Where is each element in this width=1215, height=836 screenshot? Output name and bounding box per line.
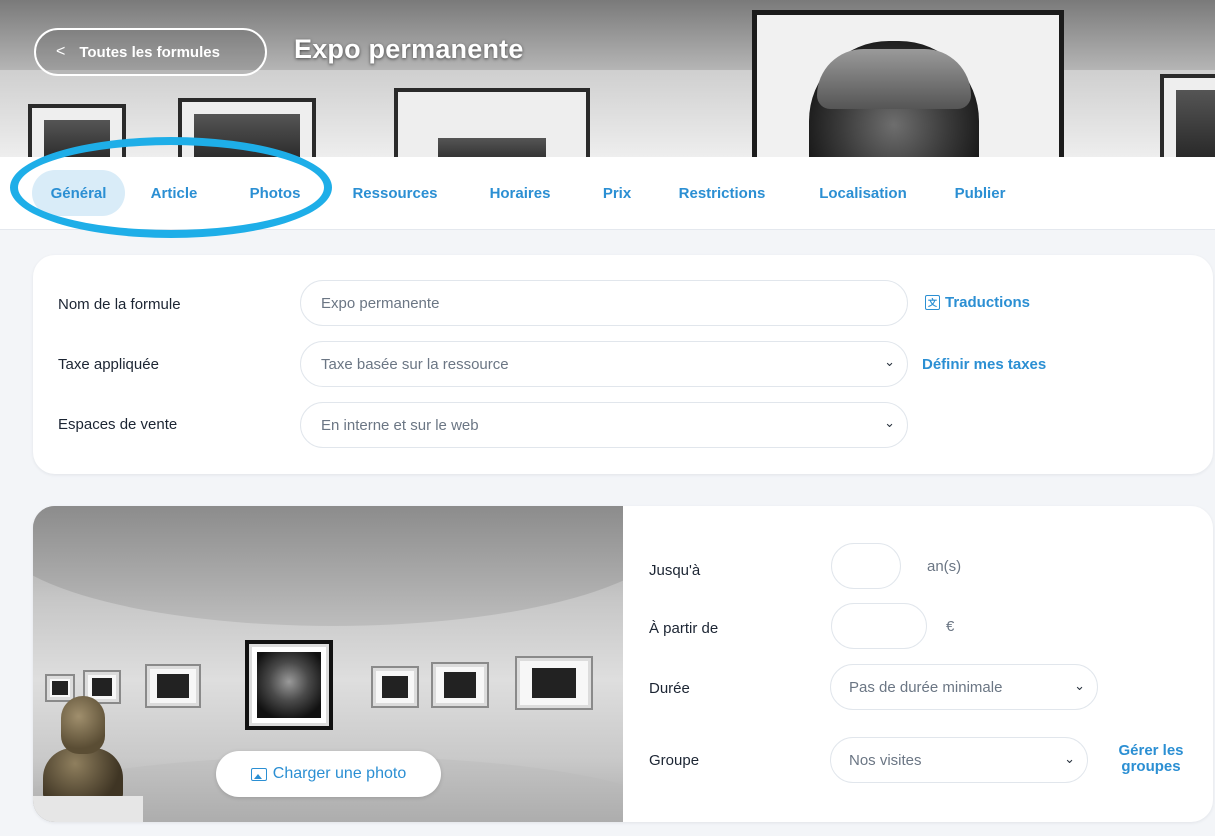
page-title: Expo permanente bbox=[294, 34, 524, 64]
formula-name-label: Nom de la formule bbox=[58, 296, 181, 313]
sales-channels-label: Espaces de vente bbox=[58, 416, 178, 433]
gallery-frame bbox=[431, 662, 489, 708]
back-to-formulas-button[interactable]: < Toutes les formules bbox=[34, 28, 267, 76]
gallery-frame bbox=[145, 664, 201, 708]
tab-publier[interactable]: Publier bbox=[940, 170, 1020, 216]
sales-channels-value: En interne et sur le web bbox=[321, 416, 479, 434]
tab-ressources[interactable]: Ressources bbox=[344, 170, 446, 216]
from-price-input[interactable] bbox=[831, 603, 927, 649]
gallery-frame bbox=[1160, 74, 1215, 157]
formula-photo: Charger une photo bbox=[33, 506, 623, 822]
until-age-input[interactable] bbox=[831, 543, 901, 589]
define-taxes-link[interactable]: Définir mes taxes bbox=[922, 356, 1046, 373]
sales-channels-select[interactable]: En interne et sur le web ⌄ bbox=[300, 402, 908, 448]
chevron-down-icon: ⌄ bbox=[1074, 678, 1085, 693]
until-label: Jusqu'à bbox=[649, 562, 701, 579]
header-banner: < Toutes les formules Expo permanente bbox=[0, 0, 1215, 157]
duration-label: Durée bbox=[649, 680, 690, 697]
group-value: Nos visites bbox=[849, 751, 922, 769]
tab-localisation[interactable]: Localisation bbox=[808, 170, 918, 216]
back-button-label: Toutes les formules bbox=[79, 43, 220, 61]
general-info-card: Nom de la formule Expo permanente 文 Trad… bbox=[33, 255, 1213, 474]
tab-restrictions[interactable]: Restrictions bbox=[666, 170, 778, 216]
tab-horaires[interactable]: Horaires bbox=[478, 170, 562, 216]
chevron-down-icon: ⌄ bbox=[1064, 751, 1075, 766]
gallery-frame bbox=[178, 98, 316, 157]
gallery-portrait-frame bbox=[245, 640, 333, 730]
gallery-frame bbox=[28, 104, 126, 157]
tax-label: Taxe appliquée bbox=[58, 356, 159, 373]
chevron-left-icon: < bbox=[56, 43, 66, 60]
gallery-frame bbox=[394, 88, 590, 157]
portrait-image bbox=[809, 41, 979, 157]
tab-general[interactable]: Général bbox=[32, 170, 125, 216]
formula-name-value: Expo permanente bbox=[321, 294, 440, 312]
gallery-frame bbox=[371, 666, 419, 708]
tab-article[interactable]: Article bbox=[138, 170, 210, 216]
image-icon bbox=[250, 767, 267, 781]
tax-select[interactable]: Taxe basée sur la ressource ⌄ bbox=[300, 341, 908, 387]
manage-groups-link[interactable]: Gérer les groupes bbox=[1096, 743, 1206, 775]
chevron-down-icon: ⌄ bbox=[884, 415, 895, 430]
translations-label: Traductions bbox=[945, 294, 1031, 311]
tax-value: Taxe basée sur la ressource bbox=[321, 355, 509, 373]
translations-link[interactable]: 文 Traductions bbox=[925, 294, 1030, 311]
details-card: Charger une photo Jusqu'à an(s) À partir… bbox=[33, 506, 1213, 822]
duration-value: Pas de durée minimale bbox=[849, 678, 1003, 696]
duration-select[interactable]: Pas de durée minimale ⌄ bbox=[830, 664, 1098, 710]
tab-prix[interactable]: Prix bbox=[590, 170, 644, 216]
from-price-label: À partir de bbox=[649, 620, 719, 637]
upload-photo-button[interactable]: Charger une photo bbox=[216, 751, 441, 797]
tab-bar: Général Article Photos Ressources Horair… bbox=[0, 157, 1215, 230]
gallery-ceiling bbox=[33, 506, 623, 626]
group-select[interactable]: Nos visites ⌄ bbox=[830, 737, 1088, 783]
from-price-unit: € bbox=[946, 618, 955, 635]
until-unit: an(s) bbox=[927, 558, 962, 575]
chevron-down-icon: ⌄ bbox=[884, 354, 895, 369]
formula-name-input[interactable]: Expo permanente bbox=[300, 280, 908, 326]
portrait-frame bbox=[752, 10, 1064, 157]
group-label: Groupe bbox=[649, 752, 700, 769]
translate-icon: 文 bbox=[925, 295, 940, 310]
tab-photos[interactable]: Photos bbox=[234, 170, 316, 216]
bust-sculpture bbox=[33, 696, 143, 822]
gallery-frame bbox=[515, 656, 593, 710]
upload-photo-label: Charger une photo bbox=[272, 765, 407, 782]
